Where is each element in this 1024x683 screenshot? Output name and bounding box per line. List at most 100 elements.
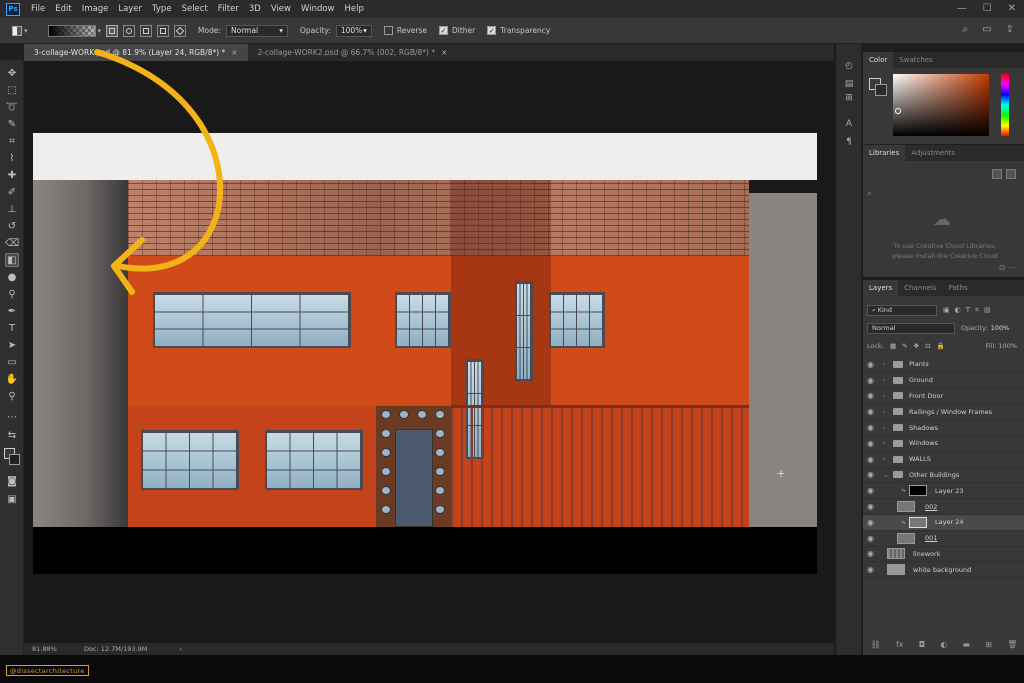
- eye-icon[interactable]: ◉: [867, 376, 877, 385]
- navigator-icon[interactable]: ⊞: [842, 92, 856, 104]
- hue-slider[interactable]: [1001, 74, 1009, 136]
- menu-filter[interactable]: Filter: [213, 4, 244, 14]
- angle-gradient-button[interactable]: [140, 24, 153, 37]
- paragraph-icon[interactable]: ¶: [842, 136, 856, 148]
- list-view-icon[interactable]: [1006, 169, 1016, 179]
- eye-icon[interactable]: ◉: [867, 455, 877, 464]
- menu-file[interactable]: File: [26, 4, 50, 14]
- layer-opacity-value[interactable]: 100%: [991, 324, 1010, 332]
- adjustment-layer-icon[interactable]: ◐: [940, 640, 947, 654]
- link-layers-icon[interactable]: ⛓: [871, 640, 881, 654]
- menu-help[interactable]: Help: [340, 4, 369, 14]
- library-footer-icons[interactable]: ⊙ ⋯: [999, 263, 1016, 272]
- tab-layers[interactable]: Layers: [863, 280, 899, 296]
- eye-icon[interactable]: ◉: [867, 486, 877, 495]
- layer-row-other-buildings[interactable]: ◉ ⌄ Other Buildings: [863, 468, 1024, 484]
- crop-tool-icon[interactable]: ⌗: [5, 134, 19, 148]
- layer-kind-filter[interactable]: ⌕ Kind: [867, 304, 937, 316]
- maximize-icon[interactable]: ☐: [983, 3, 992, 14]
- layer-row-shadows[interactable]: ◉ › Shadows: [863, 420, 1024, 436]
- color-picker-ring[interactable]: [895, 108, 901, 114]
- layer-row-linework[interactable]: ◉ linework: [863, 547, 1024, 563]
- menu-layer[interactable]: Layer: [113, 4, 147, 14]
- reverse-checkbox[interactable]: [383, 26, 393, 35]
- background-color-swatch[interactable]: [9, 454, 20, 465]
- tab-paths[interactable]: Paths: [943, 280, 974, 296]
- reflected-gradient-button[interactable]: [157, 24, 170, 37]
- blur-tool-icon[interactable]: ●: [5, 270, 19, 284]
- tab-libraries[interactable]: Libraries: [863, 145, 906, 161]
- blend-mode-select[interactable]: Normal: [867, 322, 955, 334]
- layer-row-001[interactable]: ◉ 001: [863, 531, 1024, 547]
- share-icon[interactable]: ⇪: [1006, 24, 1014, 35]
- search-icon[interactable]: ⌕: [867, 189, 872, 199]
- eye-icon[interactable]: ◉: [867, 360, 877, 369]
- opacity-field[interactable]: 100% ▾: [335, 24, 372, 37]
- eraser-tool-icon[interactable]: ⌫: [5, 236, 19, 250]
- workspace-icon[interactable]: ▭: [982, 24, 991, 35]
- menu-window[interactable]: Window: [296, 4, 340, 14]
- transparency-checkbox[interactable]: ✓: [487, 26, 497, 35]
- more-tools-icon[interactable]: ⋯: [5, 410, 19, 424]
- chevron-down-icon[interactable]: ▾: [98, 27, 102, 35]
- delete-layer-icon[interactable]: 🗑: [1007, 640, 1017, 654]
- menu-3d[interactable]: 3D: [244, 4, 266, 14]
- zoom-tool-icon[interactable]: ⚲: [5, 389, 19, 403]
- layer-row-002[interactable]: ◉ 002: [863, 499, 1024, 515]
- layer-row-front-door[interactable]: ◉ › Front Door: [863, 389, 1024, 405]
- background-swatch[interactable]: [875, 84, 887, 96]
- chevron-down-icon[interactable]: ▾: [24, 27, 28, 35]
- layer-row-white-background[interactable]: ◉ white background: [863, 562, 1024, 579]
- grid-view-icon[interactable]: [992, 169, 1002, 179]
- dither-checkbox[interactable]: ✓: [438, 26, 448, 35]
- hand-tool-icon[interactable]: ✋: [5, 372, 19, 386]
- new-group-icon[interactable]: ▬: [963, 640, 971, 654]
- type-tool-icon[interactable]: T: [5, 321, 19, 335]
- layer-style-icon[interactable]: fx: [896, 640, 904, 654]
- tab-swatches[interactable]: Swatches: [893, 52, 938, 68]
- menu-view[interactable]: View: [266, 4, 296, 14]
- status-menu-icon[interactable]: ›: [179, 645, 182, 653]
- linear-gradient-button[interactable]: [106, 24, 119, 37]
- document-image[interactable]: [33, 133, 817, 574]
- close-icon[interactable]: ✕: [1008, 3, 1016, 14]
- eye-icon[interactable]: ◉: [867, 470, 877, 479]
- diamond-gradient-button[interactable]: [174, 24, 187, 37]
- layer-row-railings[interactable]: ◉ › Railings / Window Frames: [863, 404, 1024, 421]
- menu-edit[interactable]: Edit: [50, 4, 76, 14]
- history-icon[interactable]: ◴: [842, 60, 856, 72]
- mode-select[interactable]: Normal ▾: [226, 24, 288, 37]
- eye-icon[interactable]: ◉: [867, 423, 877, 432]
- gradient-tool-icon[interactable]: ◧: [5, 253, 19, 267]
- gradient-preview[interactable]: [47, 24, 96, 37]
- eyedropper-tool-icon[interactable]: ⌇: [5, 151, 19, 165]
- lock-icons[interactable]: ▦ ✎ ✥ ⊡ 🔒: [890, 342, 945, 350]
- path-selection-tool-icon[interactable]: ➤: [5, 338, 19, 352]
- clone-stamp-tool-icon[interactable]: ⊥: [5, 202, 19, 216]
- add-mask-icon[interactable]: ◘: [919, 640, 925, 654]
- color-field[interactable]: [893, 74, 989, 136]
- eye-icon[interactable]: ◉: [867, 565, 877, 574]
- eye-icon[interactable]: ◉: [867, 502, 877, 511]
- layer-row-layer-24[interactable]: ◉ ↳ Layer 24: [863, 514, 1024, 531]
- dodge-tool-icon[interactable]: ⚲: [5, 287, 19, 301]
- eye-icon[interactable]: ◉: [867, 518, 877, 527]
- gradient-tool-preset-icon[interactable]: [12, 25, 22, 36]
- close-icon[interactable]: ×: [231, 48, 237, 57]
- rectangle-tool-icon[interactable]: ▭: [5, 355, 19, 369]
- history-brush-tool-icon[interactable]: ↺: [5, 219, 19, 233]
- quick-mask-icon[interactable]: ◙: [5, 474, 19, 488]
- layer-row-windows[interactable]: ◉ › Windows: [863, 436, 1024, 452]
- pen-tool-icon[interactable]: ✒: [5, 304, 19, 318]
- brush-tool-icon[interactable]: ✐: [5, 185, 19, 199]
- eye-icon[interactable]: ◉: [867, 534, 877, 543]
- zoom-level[interactable]: 81.88%: [32, 645, 84, 653]
- search-icon[interactable]: ⌕: [963, 24, 969, 35]
- eye-icon[interactable]: ◉: [867, 439, 877, 448]
- tab-channels[interactable]: Channels: [898, 280, 942, 296]
- menu-type[interactable]: Type: [147, 4, 177, 14]
- layer-row-ground[interactable]: ◉ › Ground: [863, 373, 1024, 389]
- library-view-toggle[interactable]: [992, 169, 1016, 179]
- tab-2-collage-work2[interactable]: 2-collage-WORK2.psd @ 66.7% (002, RGB/8*…: [248, 44, 458, 61]
- menu-select[interactable]: Select: [177, 4, 213, 14]
